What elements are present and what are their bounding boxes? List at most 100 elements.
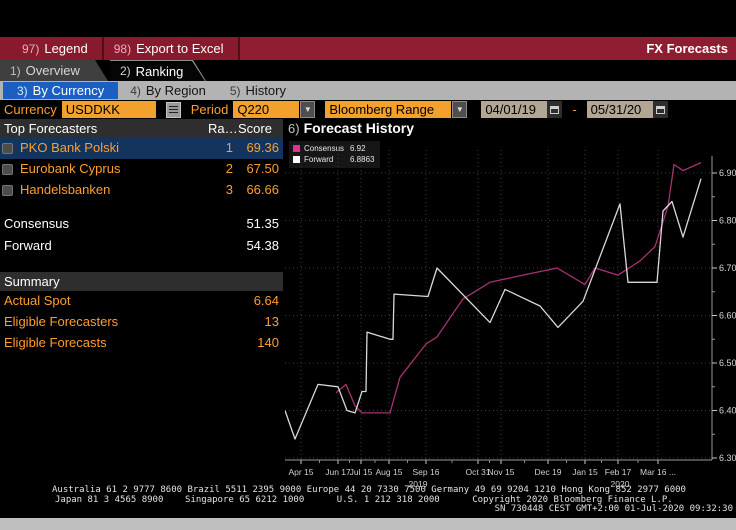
bottom-gray-strip [0,518,736,530]
period-label: Period [191,102,229,117]
tab-overview-key: 1) [10,64,21,78]
forecaster-name: Handelsbanken [20,182,110,197]
subtab-history-key: 5) [230,84,241,98]
tab-ranking-label: Ranking [136,64,184,79]
row-checkbox[interactable] [2,143,13,154]
summary-label: Eligible Forecasters [4,314,118,329]
x-tick-label: Apr 15 [288,467,313,477]
date-from-calendar-icon[interactable] [547,101,562,118]
table-header: Top Forecasters Ra… Score [0,119,283,138]
y-tick-label: 6.50 [719,358,736,368]
export-to-excel-button[interactable]: 98) Export to Excel [104,37,240,60]
subtab-history[interactable]: 5) History [218,82,298,99]
row-checkbox[interactable] [2,185,13,196]
consensus-label: Consensus [4,216,69,231]
subtab-by-currency-label: By Currency [33,83,105,98]
forward-label: Forward [4,238,52,253]
currency-label: Currency [4,102,57,117]
x-tick-label: Feb 17 [605,467,632,477]
x-tick-label: Jun 17 [325,467,351,477]
column-header-score[interactable]: Score [238,121,272,136]
function-title: FX Forecasts [646,37,736,60]
table-row[interactable]: Eurobank Cyprus267.50 [0,159,283,180]
calendar-glyph [550,106,559,114]
x-tick-label: Aug 15 [376,467,403,477]
date-from-input[interactable]: 04/01/19 [481,101,547,118]
tab-ranking-key: 2) [120,64,131,78]
range-dropdown-icon[interactable]: ▼ [452,101,467,118]
x-tick-label: Sep 16 [413,467,440,477]
menu-bar: 97) Legend 98) Export to Excel FX Foreca… [0,37,736,60]
y-tick-label: 6.30 [719,453,736,463]
row-checkbox[interactable] [2,164,13,175]
forward-value: 54.38 [246,238,279,253]
consensus-row: Consensus 51.35 [0,214,283,235]
forward-row: Forward 54.38 [0,236,283,257]
consensus-value: 51.35 [246,216,279,231]
period-input[interactable]: Q220 [233,101,299,118]
forecaster-score: 69.36 [246,140,279,155]
footer-session-line: SN 730448 CEST GMT+2:00 01-Jul-2020 09:3… [0,504,736,514]
summary-label: Actual Spot [4,293,71,308]
x-tick-label: Nov 15 [488,467,515,477]
subtab-by-region-key: 4) [130,84,141,98]
chart-title: 6) Forecast History [288,120,414,136]
legend-button-key: 97) [22,42,39,56]
subtab-history-label: History [246,83,286,98]
date-separator: - [572,102,576,117]
y-tick-label: 6.40 [719,406,736,416]
forecaster-score: 66.66 [246,182,279,197]
column-header-name[interactable]: Top Forecasters [4,121,97,136]
date-to-input[interactable]: 05/31/20 [587,101,653,118]
period-dropdown-icon[interactable]: ▼ [300,101,315,118]
subtab-by-currency-key: 3) [17,84,28,98]
summary-row: Eligible Forecasters 13 [0,312,283,333]
export-button-label: Export to Excel [136,41,223,56]
x-tick-label: Jul 15 [350,467,373,477]
table-row[interactable]: Handelsbanken 3 66.66 [0,180,283,201]
subtab-bar: 3) By Currency 4) By Region 5) History [0,81,736,100]
tab-overview-label: Overview [26,63,80,78]
date-to-calendar-icon[interactable] [653,101,668,118]
filter-toolbar: Currency USDDKK Period Q220 ▼ Bloomberg … [0,100,736,119]
y-tick-label: 6.60 [719,311,736,321]
summary-row: Eligible Forecasts 140 [0,333,283,354]
summary-value: 6.64 [254,293,279,308]
summary-header: Summary [0,272,283,291]
series-line-forward [285,179,701,439]
summary-value: 13 [265,314,279,329]
legend-button-label: Legend [44,41,87,56]
x-tick-label: Mar 16 ... [640,467,676,477]
series-line-consensus [336,163,701,413]
subtab-by-region-label: By Region [146,83,206,98]
y-tick-label: 6.90 [719,168,736,178]
forecaster-name: Eurobank Cyprus [20,161,120,176]
tab-overview[interactable]: 1) Overview [0,60,108,81]
chart-title-key: 6) [288,121,300,136]
x-tick-label: Jan 15 [572,467,598,477]
range-select[interactable]: Bloomberg Range [325,101,451,118]
tab-row: 1) Overview 2) Ranking [0,60,736,81]
tab-ranking-face: 2) Ranking [110,61,205,81]
currency-list-icon[interactable] [166,102,181,118]
footer-phone-line-1: Australia 61 2 9777 8600 Brazil 5511 239… [52,485,736,495]
summary-row: Actual Spot 6.64 [0,291,283,312]
ranking-panel: Top Forecasters Ra… Score PKO Bank Polsk… [0,119,283,513]
forecaster-rank: 1 [226,140,233,155]
column-header-rank[interactable]: Ra… [208,121,238,136]
chart-title-label: Forecast History [304,120,414,136]
summary-value: 140 [257,335,279,350]
summary-rows: Actual Spot6.64Eligible Forecasters13Eli… [0,291,283,354]
forecast-history-chart[interactable]: 6.306.406.506.606.706.806.90Apr 15Jun 17… [285,150,736,494]
subtab-by-currency[interactable]: 3) By Currency [3,82,118,99]
export-button-key: 98) [114,42,131,56]
table-row[interactable]: PKO Bank Polski 1 69.36 [0,138,283,159]
forecaster-name: PKO Bank Polski [20,140,119,155]
currency-input[interactable]: USDDKK [62,101,156,118]
legend-button[interactable]: 97) Legend [0,37,104,60]
forecaster-rank: 3 [226,182,233,197]
subtab-by-region[interactable]: 4) By Region [118,82,218,99]
summary-label: Eligible Forecasts [4,335,107,350]
tab-ranking[interactable]: 2) Ranking [110,60,206,81]
y-tick-label: 6.80 [719,216,736,226]
